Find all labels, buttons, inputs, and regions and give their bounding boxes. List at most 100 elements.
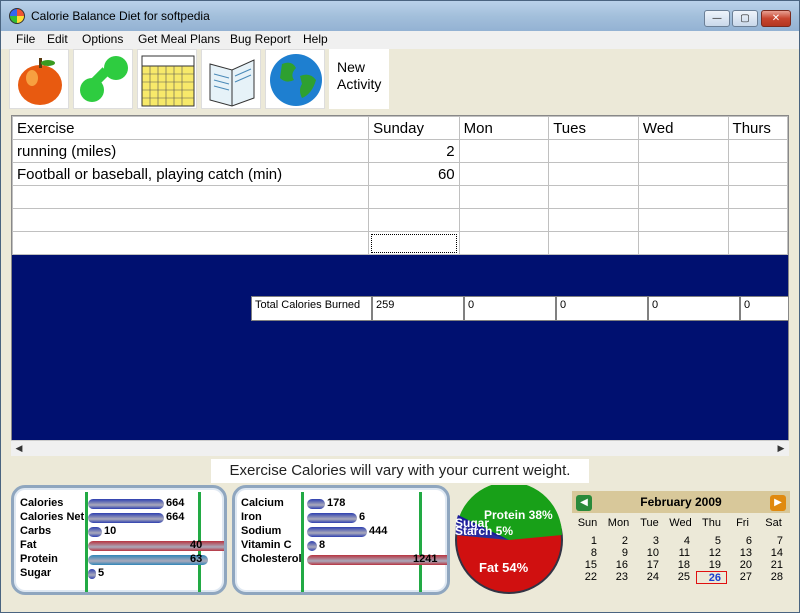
- table-header-row: Exercise Sunday Mon Tues Wed Thurs: [12, 116, 788, 140]
- toolbar: New Activity: [9, 49, 391, 109]
- nutrient-label: Protein: [20, 553, 58, 565]
- value-cell[interactable]: [458, 162, 550, 186]
- exercise-cell[interactable]: running (miles): [12, 139, 370, 163]
- calendar-icon: [141, 55, 195, 107]
- header-tues[interactable]: Tues: [548, 116, 639, 140]
- window-title: Calorie Balance Diet for softpedia: [31, 9, 210, 23]
- value-cell[interactable]: [548, 162, 639, 186]
- menu-file[interactable]: File: [16, 32, 35, 46]
- nutrient-label: Calories: [20, 497, 64, 509]
- value-cell[interactable]: [548, 208, 639, 232]
- value-cell[interactable]: 60: [368, 162, 460, 186]
- new-activity-line2: Activity: [337, 76, 382, 92]
- maximize-button[interactable]: ▢: [732, 10, 758, 27]
- weight-note: Exercise Calories will vary with your cu…: [211, 459, 589, 483]
- value-cell[interactable]: [637, 139, 729, 163]
- scroll-right-icon[interactable]: ▶: [773, 441, 789, 457]
- value-cell[interactable]: [368, 208, 460, 232]
- value-cell[interactable]: [368, 185, 460, 209]
- value-cell[interactable]: [637, 185, 729, 209]
- scroll-left-icon[interactable]: ◀: [11, 441, 27, 457]
- starch-label: Starch 5%: [455, 524, 513, 538]
- minimize-button[interactable]: —: [704, 10, 730, 27]
- nutrient-value: 6: [359, 511, 366, 523]
- header-exercise[interactable]: Exercise: [12, 116, 370, 140]
- nutrient-label: Carbs: [20, 525, 52, 537]
- menu-edit[interactable]: Edit: [47, 32, 68, 46]
- calendar-header: ◀ February 2009 ▶: [572, 491, 790, 513]
- value-cell[interactable]: [727, 162, 788, 186]
- value-cell[interactable]: 2: [368, 139, 460, 163]
- nutrient-row: Calcium 178: [241, 497, 447, 511]
- nutrient-bar: [307, 541, 317, 551]
- exercise-cell[interactable]: [12, 231, 370, 255]
- book-icon: [209, 59, 255, 107]
- calendar-month-title: February 2009: [640, 495, 722, 509]
- selected-value-cell[interactable]: [368, 231, 460, 255]
- menu-get-meal-plans[interactable]: Get Meal Plans: [138, 32, 220, 46]
- nutrient-value: 8: [319, 539, 326, 551]
- value-cell[interactable]: [548, 185, 639, 209]
- close-button[interactable]: ✕: [761, 10, 791, 27]
- header-sunday[interactable]: Sunday: [368, 116, 460, 140]
- total-wed: 0: [648, 296, 740, 321]
- value-cell[interactable]: [458, 139, 550, 163]
- total-sunday: 259: [372, 296, 464, 321]
- value-cell[interactable]: [548, 139, 639, 163]
- calendar-day-today[interactable]: 26: [696, 571, 727, 584]
- calendar-day[interactable]: 24: [634, 571, 665, 584]
- value-cell[interactable]: [727, 208, 788, 232]
- exercise-cell[interactable]: [12, 185, 370, 209]
- table-row: running (miles) 2: [12, 139, 788, 163]
- nutrient-value: 444: [369, 525, 388, 537]
- exercise-cell[interactable]: Football or baseball, playing catch (min…: [12, 162, 370, 186]
- calendar-button[interactable]: [137, 49, 197, 109]
- nutrition-panel-main: Calories 664 Calories Net 664 Carbs 10 Fat 40 Pr…: [11, 485, 227, 595]
- diary-button[interactable]: [201, 49, 261, 109]
- nutrient-row: Calories Net 664: [20, 511, 224, 525]
- web-button[interactable]: [265, 49, 325, 109]
- macro-pie-chart: Protein 38% Sugar Starch 5% Fat 54%: [455, 485, 563, 594]
- header-mon[interactable]: Mon: [458, 116, 550, 140]
- totals-label: Total Calories Burned: [251, 296, 372, 321]
- app-logo-icon: [9, 8, 25, 24]
- header-thurs[interactable]: Thurs: [727, 116, 788, 140]
- value-cell[interactable]: [458, 231, 550, 255]
- value-cell[interactable]: [727, 139, 788, 163]
- exercise-button[interactable]: [73, 49, 133, 109]
- exercise-table: Exercise Sunday Mon Tues Wed Thurs runni…: [12, 116, 788, 255]
- value-cell[interactable]: [727, 185, 788, 209]
- menu-help[interactable]: Help: [303, 32, 328, 46]
- nutrient-row: Cholesterol 1241: [241, 553, 447, 567]
- calendar-weekday: Sat: [765, 517, 782, 529]
- horizontal-scrollbar[interactable]: ◀ ▶: [11, 440, 789, 456]
- nutrient-label: Sodium: [241, 525, 282, 537]
- nutrient-row: Vitamin C 8: [241, 539, 447, 553]
- table-row: Football or baseball, playing catch (min…: [12, 162, 788, 186]
- value-cell[interactable]: [637, 208, 729, 232]
- calendar-day[interactable]: 27: [727, 571, 758, 584]
- nutrient-bar: [88, 513, 164, 523]
- calendar-day[interactable]: 25: [665, 571, 696, 584]
- calendar-day[interactable]: 23: [603, 571, 634, 584]
- exercise-cell[interactable]: [12, 208, 370, 232]
- food-button[interactable]: [9, 49, 69, 109]
- value-cell[interactable]: [637, 231, 729, 255]
- nutrient-value: 10: [104, 525, 117, 537]
- calendar-day[interactable]: 28: [758, 571, 789, 584]
- header-wed[interactable]: Wed: [637, 116, 729, 140]
- nutrient-row: Protein 63: [20, 553, 224, 567]
- next-month-icon[interactable]: ▶: [770, 495, 786, 511]
- calendar-day[interactable]: 22: [572, 571, 603, 584]
- value-cell[interactable]: [637, 162, 729, 186]
- new-activity-button[interactable]: New Activity: [329, 49, 389, 109]
- menu-bug-report[interactable]: Bug Report: [230, 32, 291, 46]
- value-cell[interactable]: [548, 231, 639, 255]
- value-cell[interactable]: [458, 208, 550, 232]
- nutrient-value: 664: [166, 497, 185, 509]
- nutrition-panel-minerals: Calcium 178 Iron 6 Sodium 444 Vitamin C 8 Choles…: [232, 485, 450, 595]
- value-cell[interactable]: [727, 231, 788, 255]
- nutrient-label: Iron: [241, 511, 262, 523]
- menu-options[interactable]: Options: [82, 32, 123, 46]
- value-cell[interactable]: [458, 185, 550, 209]
